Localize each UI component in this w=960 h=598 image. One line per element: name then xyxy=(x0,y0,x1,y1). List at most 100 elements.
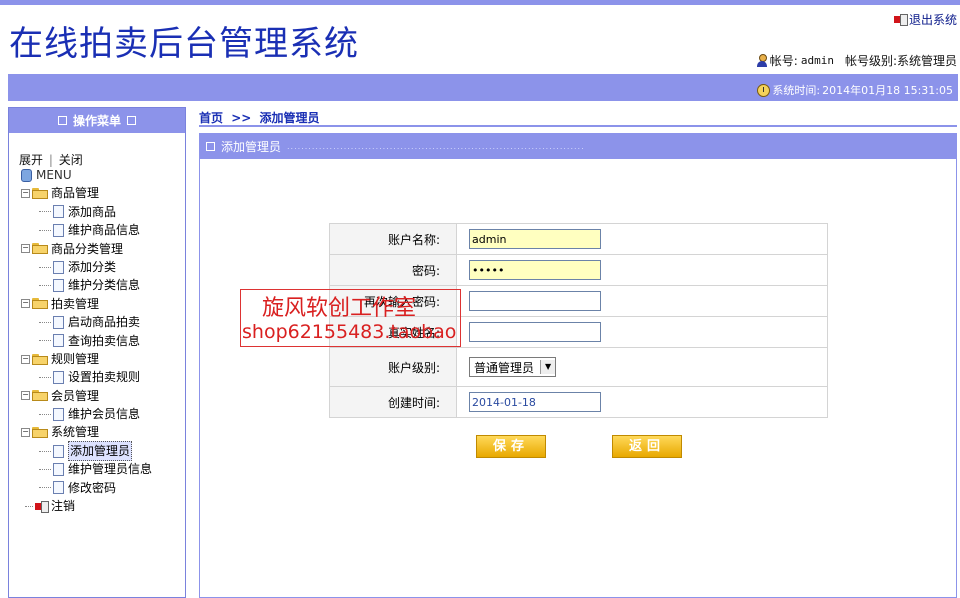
collapse-toggle-icon[interactable]: − xyxy=(21,189,30,199)
content-panel: 添加管理员 ..................................… xyxy=(199,133,957,598)
form-cell xyxy=(456,285,828,317)
collapse-toggle-icon[interactable]: − xyxy=(21,244,30,254)
menu-tree: MENU − 商品管理 添加商品 维护商品信息 − 商品分类管理 添加分类 维护… xyxy=(21,166,152,515)
menu-group-goods[interactable]: − 商品管理 xyxy=(21,184,152,202)
tree-branch xyxy=(39,413,51,415)
dropdown-arrow-icon[interactable]: ▼ xyxy=(540,360,556,374)
save-button[interactable]: 保存 xyxy=(476,435,546,458)
confirm-password-field[interactable] xyxy=(469,291,601,311)
menu-group-members[interactable]: − 会员管理 xyxy=(21,387,152,405)
breadcrumb-current: 添加管理员 xyxy=(259,111,320,125)
form-cell: 普通管理员 ▼ xyxy=(456,347,828,387)
tree-branch xyxy=(39,487,51,489)
user-icon xyxy=(756,54,767,67)
time-prefix: 系统时间: xyxy=(772,84,821,97)
separator: | xyxy=(48,153,53,167)
menu-root[interactable]: MENU xyxy=(21,166,152,184)
account-level-select[interactable]: 普通管理员 ▼ xyxy=(469,357,557,377)
document-icon xyxy=(53,260,64,274)
tree-branch xyxy=(39,211,51,213)
form-cell xyxy=(456,254,828,286)
menu-group-label: 规则管理 xyxy=(51,351,100,366)
watermark-line-1: 旋风软创工作室 xyxy=(262,296,417,321)
collapse-all-link[interactable]: 关闭 xyxy=(59,153,83,167)
menu-item-add-admin[interactable]: 添加管理员 xyxy=(21,440,152,462)
password-label: 密码: xyxy=(329,254,457,286)
menu-group-auction[interactable]: − 拍卖管理 xyxy=(21,295,152,313)
username-field[interactable] xyxy=(469,229,601,249)
document-icon xyxy=(53,205,64,219)
tree-branch xyxy=(39,266,51,268)
menu-item-manage-goods[interactable]: 维护商品信息 xyxy=(21,221,152,239)
breadcrumb-home[interactable]: 首页 xyxy=(199,111,223,125)
collapse-toggle-icon[interactable]: − xyxy=(21,391,30,401)
menu-item-manage-category[interactable]: 维护分类信息 xyxy=(21,276,152,294)
realname-field[interactable] xyxy=(469,322,601,342)
divider xyxy=(199,125,957,127)
form-row: 账户名称: xyxy=(329,223,828,255)
menu-item-add-category[interactable]: 添加分类 xyxy=(21,258,152,276)
folder-open-icon xyxy=(32,427,48,439)
time-value: 2014年01月18 15:31:05 xyxy=(822,84,953,97)
menu-item-label: 添加分类 xyxy=(68,259,117,274)
menu-item-label: 注销 xyxy=(51,499,76,514)
select-value: 普通管理员 xyxy=(474,360,535,375)
menu-item-add-goods[interactable]: 添加商品 xyxy=(21,203,152,221)
menu-item-label: 维护会员信息 xyxy=(68,407,141,422)
menu-item-label: 查询拍卖信息 xyxy=(68,333,141,348)
document-icon xyxy=(53,444,64,458)
top-accent-bar xyxy=(0,0,960,5)
menu-group-label: 会员管理 xyxy=(51,388,100,403)
created-label: 创建时间: xyxy=(329,386,457,418)
form-row: 账户级别: 普通管理员 ▼ xyxy=(329,347,828,387)
folder-open-icon xyxy=(32,243,48,255)
level-label: 账户级别: xyxy=(329,347,457,387)
logout-label: 退出系统 xyxy=(908,13,957,27)
menu-group-rules[interactable]: − 规则管理 xyxy=(21,350,152,368)
collapse-toggle-icon[interactable]: − xyxy=(21,299,30,309)
menu-item-label: 添加管理员 xyxy=(68,440,133,462)
menu-item-set-rules[interactable]: 设置拍卖规则 xyxy=(21,368,152,386)
panel-header: 添加管理员 ..................................… xyxy=(200,134,956,159)
square-icon xyxy=(57,116,67,125)
expand-all-link[interactable]: 展开 xyxy=(19,153,43,167)
sidebar-title: 操作菜单 xyxy=(72,114,121,128)
menu-group-category[interactable]: − 商品分类管理 xyxy=(21,240,152,258)
menu-item-change-password[interactable]: 修改密码 xyxy=(21,479,152,497)
form-cell xyxy=(456,223,828,255)
logout-link[interactable]: 退出系统 xyxy=(893,11,957,28)
account-prefix: 帐号: xyxy=(769,54,798,68)
document-icon xyxy=(53,334,64,348)
account-level: 帐号级别:系统管理员 xyxy=(844,54,957,68)
menu-item-label: 维护分类信息 xyxy=(68,278,141,293)
menu-group-label: 拍卖管理 xyxy=(51,296,100,311)
menu-item-manage-members[interactable]: 维护会员信息 xyxy=(21,405,152,423)
menu-item-label: 启动商品拍卖 xyxy=(68,315,141,330)
user-info: 帐号: admin 帐号级别:系统管理员 xyxy=(756,52,957,69)
document-icon xyxy=(53,481,64,495)
created-date-field[interactable] xyxy=(469,392,601,412)
form-row: 创建时间: xyxy=(329,386,828,418)
menu-group-system[interactable]: − 系统管理 xyxy=(21,423,152,441)
tree-branch xyxy=(39,468,51,470)
panel-dots: ........................................… xyxy=(287,142,585,151)
collapse-toggle-icon[interactable]: − xyxy=(21,428,30,438)
menu-item-label: 维护管理员信息 xyxy=(68,462,153,477)
password-field[interactable] xyxy=(469,260,601,280)
breadcrumb: 首页 >> 添加管理员 xyxy=(199,109,320,126)
document-icon xyxy=(53,315,64,329)
square-icon xyxy=(127,116,136,125)
exit-icon xyxy=(893,14,908,26)
sidebar: 操作菜单 展开 | 关闭 MENU − 商品管理 添加商品 维护商品信息 − 商… xyxy=(8,107,186,598)
form-row: 密码: xyxy=(329,254,828,286)
menu-group-label: 商品管理 xyxy=(51,186,100,201)
back-button[interactable]: 返回 xyxy=(612,435,682,458)
tree-branch xyxy=(39,450,51,452)
menu-group-label: 商品分类管理 xyxy=(51,241,124,256)
tree-branch xyxy=(25,505,33,507)
menu-item-logout[interactable]: 注销 xyxy=(21,497,152,515)
menu-item-query-auction[interactable]: 查询拍卖信息 xyxy=(21,332,152,350)
collapse-toggle-icon[interactable]: − xyxy=(21,354,30,364)
menu-item-start-auction[interactable]: 启动商品拍卖 xyxy=(21,313,152,331)
menu-item-manage-admin[interactable]: 维护管理员信息 xyxy=(21,460,152,478)
